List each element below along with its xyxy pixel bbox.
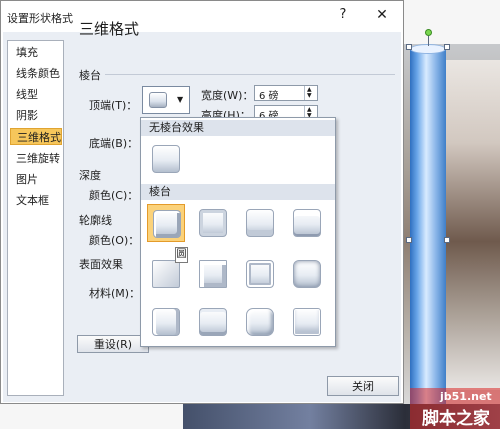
- width-label: 宽度(W)：: [201, 89, 254, 102]
- width-value: 6 磅: [259, 91, 279, 102]
- bevel-4-icon: [293, 209, 321, 237]
- bevel-7-icon: [246, 260, 274, 288]
- bevel-9-icon: [152, 308, 180, 336]
- bevel-option-11[interactable]: [241, 303, 279, 341]
- bevel-option-8[interactable]: [288, 255, 326, 293]
- resize-handle-mr[interactable]: [444, 237, 450, 243]
- bevel-preview-icon: [149, 92, 167, 108]
- nav-item-textbox[interactable]: 文本框: [10, 192, 62, 209]
- bevel-12-icon: [293, 308, 321, 336]
- nav-item-fill[interactable]: 填充: [10, 44, 62, 61]
- nav-item-3d-rotation[interactable]: 三维旋转: [10, 150, 62, 167]
- section-contour: 轮廓线: [79, 214, 112, 227]
- watermark-url: jb51.net: [440, 390, 492, 403]
- contour-color-label: 颜色(O)：: [89, 234, 140, 247]
- nav-item-3d-format[interactable]: 三维格式: [10, 128, 62, 145]
- gallery-header-bevel: 棱台: [141, 184, 335, 200]
- bevel-option-7[interactable]: [241, 255, 279, 293]
- width-spin-buttons[interactable]: ▲ ▼: [304, 86, 317, 100]
- bevel-option-none[interactable]: [147, 140, 185, 178]
- bevel-option-12[interactable]: [288, 303, 326, 341]
- bevel-option-6[interactable]: [194, 255, 232, 293]
- section-divider: [105, 74, 395, 75]
- bevel-circle-icon: [153, 210, 181, 238]
- nav-item-picture[interactable]: 图片: [10, 171, 62, 188]
- bevel-10-icon: [199, 308, 227, 336]
- bottom-bevel-label: 底端(B)：: [89, 137, 139, 150]
- section-bevel: 棱台: [79, 69, 101, 82]
- section-depth: 深度: [79, 169, 101, 182]
- depth-color-label: 颜色(C)：: [89, 189, 139, 202]
- bevel-none-icon: [152, 145, 180, 173]
- bevel-3-icon: [246, 209, 274, 237]
- panel-heading: 三维格式: [79, 20, 140, 38]
- top-bevel-label: 顶端(T)：: [89, 99, 138, 112]
- watermark-text: 脚本之家: [422, 409, 490, 429]
- resize-handle-tr[interactable]: [444, 44, 450, 50]
- bevel-2-icon: [199, 209, 227, 237]
- dialog-titlebar[interactable]: 设置形状格式 ? ✕: [1, 1, 403, 31]
- nav-item-line-style[interactable]: 线型: [10, 86, 62, 103]
- reset-button[interactable]: 重设(R): [77, 335, 149, 353]
- dialog-title: 设置形状格式: [7, 12, 73, 25]
- bevel-11-icon: [246, 308, 274, 336]
- chevron-down-icon: ▼: [177, 95, 184, 104]
- material-label: 材料(M)：: [89, 287, 141, 300]
- bevel-8-icon: [293, 260, 321, 288]
- top-bevel-dropdown[interactable]: ▼: [142, 86, 190, 114]
- selected-shape[interactable]: [410, 48, 446, 404]
- bevel-tooltip: 圆: [175, 247, 188, 263]
- help-button[interactable]: ?: [335, 6, 351, 24]
- close-x-button[interactable]: ✕: [373, 6, 391, 24]
- width-stepper[interactable]: 6 磅 ▲ ▼: [254, 85, 318, 102]
- bevel-gallery: 无棱台效果 棱台: [140, 117, 336, 347]
- bevel-option-2[interactable]: [194, 204, 232, 242]
- rotation-handle[interactable]: [425, 29, 432, 36]
- resize-handle-tl[interactable]: [406, 44, 412, 50]
- bevel-option-9[interactable]: [147, 303, 185, 341]
- bevel-5-icon: [152, 260, 180, 288]
- rotation-line: [428, 36, 429, 46]
- category-list: 填充 线条颜色 线型 阴影 三维格式 三维旋转 图片 文本框: [7, 40, 64, 396]
- bevel-option-4[interactable]: [288, 204, 326, 242]
- slide-photo: [446, 60, 500, 390]
- section-surface: 表面效果: [79, 258, 123, 271]
- close-button[interactable]: 关闭: [327, 376, 399, 396]
- bevel-option-circle[interactable]: [147, 204, 185, 242]
- gallery-header-no-bevel: 无棱台效果: [141, 120, 335, 136]
- nav-item-line-color[interactable]: 线条颜色: [10, 65, 62, 82]
- bevel-option-3[interactable]: [241, 204, 279, 242]
- bevel-6-icon: [199, 260, 227, 288]
- resize-handle-ml[interactable]: [406, 237, 412, 243]
- bevel-option-10[interactable]: [194, 303, 232, 341]
- nav-item-shadow[interactable]: 阴影: [10, 107, 62, 124]
